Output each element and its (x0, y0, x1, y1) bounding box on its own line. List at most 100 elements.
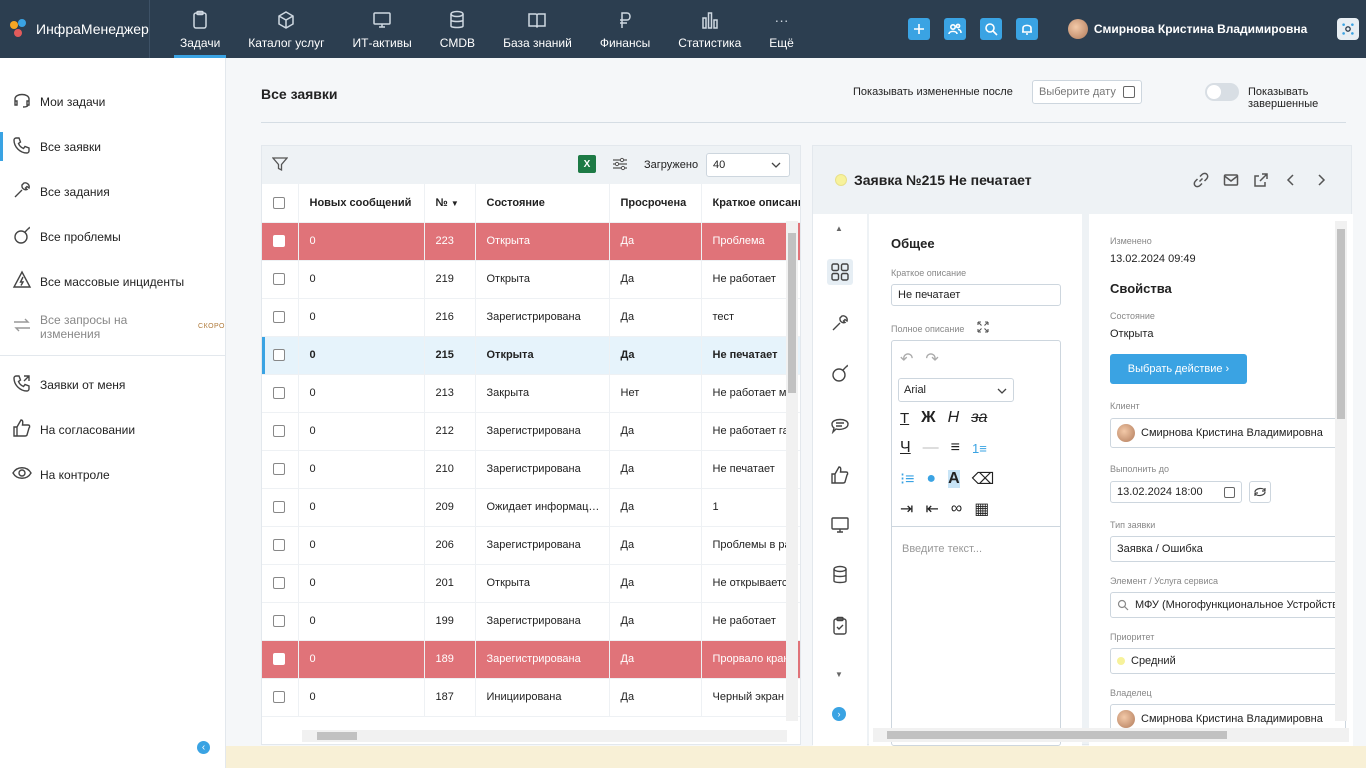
underline-icon[interactable]: Ч (900, 439, 911, 457)
sidebar-item-approval[interactable]: На согласовании (0, 407, 225, 452)
column-header-state[interactable]: Состояние (475, 184, 610, 223)
row-checkbox[interactable] (262, 526, 299, 565)
indent-icon[interactable]: ⇥ (900, 499, 913, 519)
table-row[interactable]: 0 187 Инициирована Да Черный экран (262, 678, 800, 717)
columns-settings-icon[interactable] (612, 156, 628, 172)
row-checkbox[interactable] (262, 336, 299, 375)
filter-icon[interactable] (272, 156, 288, 172)
nav-cmdb[interactable]: CMDB (426, 0, 489, 58)
nav-knowledge-base[interactable]: База знаний (489, 0, 586, 58)
row-checkbox[interactable] (262, 222, 299, 261)
due-date-field[interactable]: 13.02.2024 18:00 (1110, 481, 1242, 503)
tab-tasks[interactable] (827, 310, 853, 336)
row-checkbox[interactable] (262, 374, 299, 413)
sidebar-item-all-tasks[interactable]: Все задания (0, 169, 225, 214)
date-picker-input[interactable]: Выберите дату (1032, 80, 1142, 104)
clear-format-icon[interactable]: T (900, 410, 909, 427)
bullet-list-icon[interactable]: ⁝≡ (900, 469, 914, 489)
expand-icon[interactable] (977, 321, 989, 333)
table-row[interactable]: 0 209 Ожидает информац… Да 1 (262, 488, 800, 527)
user-menu[interactable]: Смирнова Кристина Владимировна (1067, 0, 1307, 58)
tab-messages[interactable] (827, 411, 853, 437)
table-horizontal-scrollbar[interactable] (302, 730, 787, 742)
table-vertical-scrollbar[interactable] (786, 221, 798, 721)
sidebar-item-mass-incidents[interactable]: Все массовые инциденты (0, 259, 225, 304)
table-row[interactable]: 0 210 Зарегистрирована Да Не печатает (262, 450, 800, 489)
mail-icon[interactable] (1223, 172, 1239, 188)
link-icon[interactable]: ∞ (951, 500, 962, 518)
column-header-new-messages[interactable]: Новых сообщений (298, 184, 425, 223)
column-header-overdue[interactable]: Просрочена (609, 184, 702, 223)
nav-statistics[interactable]: Статистика (664, 0, 755, 58)
short-desc-input[interactable]: Не печатает (891, 284, 1061, 306)
redo-icon[interactable]: ↷ (925, 349, 938, 369)
ordered-list-icon[interactable]: 1≡ (972, 441, 987, 456)
tab-assets[interactable] (827, 512, 853, 538)
bold-icon[interactable]: Ж (921, 409, 935, 427)
rail-next-button[interactable]: › (832, 707, 846, 721)
table-row[interactable]: 0 206 Зарегистрирована Да Проблемы в ра (262, 526, 800, 565)
sidebar-item-my-requests[interactable]: Заявки от меня (0, 362, 225, 407)
priority-field[interactable]: Средний (1110, 648, 1346, 674)
outdent-icon[interactable]: ⇤ (925, 499, 938, 519)
sidebar-item-my-tasks[interactable]: Мои задачи (0, 79, 225, 124)
fill-color-icon[interactable]: ● (926, 470, 936, 488)
column-header-number[interactable]: № ▼ (424, 184, 476, 223)
add-button[interactable] (907, 18, 930, 40)
table-row[interactable]: 0 189 Зарегистрирована Да Прорвало кран (262, 640, 800, 679)
nav-more[interactable]: ··· Ещё (755, 0, 808, 58)
users-button[interactable] (943, 18, 966, 40)
undo-icon[interactable]: ↶ (900, 349, 913, 369)
rail-up-icon[interactable]: ▲ (835, 224, 843, 233)
row-checkbox[interactable] (262, 450, 299, 489)
chevron-left-icon[interactable] (1283, 172, 1299, 188)
table-row[interactable]: 0 212 Зарегистрирована Да Не работает га (262, 412, 800, 451)
nav-finance[interactable]: Финансы (586, 0, 664, 58)
row-checkbox[interactable] (262, 640, 299, 679)
table-row[interactable]: 0 201 Открыта Да Не открывается (262, 564, 800, 603)
detail-vertical-scrollbar[interactable] (1335, 221, 1347, 721)
excel-export-icon[interactable]: X (578, 155, 596, 173)
align-icon[interactable]: ≡ (951, 439, 960, 457)
nav-service-catalog[interactable]: Каталог услуг (234, 0, 338, 58)
detail-horizontal-scrollbar[interactable] (873, 728, 1349, 742)
row-checkbox[interactable] (262, 412, 299, 451)
row-checkbox[interactable] (262, 260, 299, 299)
table-row[interactable]: 0 219 Открыта Да Не работает (262, 260, 800, 299)
row-checkbox[interactable] (262, 678, 299, 717)
table-row[interactable]: 0 216 Зарегистрирована Да тест (262, 298, 800, 337)
show-completed-toggle[interactable] (1205, 83, 1239, 101)
sidebar-item-control[interactable]: На контроле (0, 452, 225, 497)
table-row[interactable]: 0 215 Открыта Да Не печатает (262, 336, 800, 375)
app-logo[interactable]: ИнфраМенеджер (0, 0, 150, 58)
sidebar-item-all-problems[interactable]: Все проблемы (0, 214, 225, 259)
sidebar-item-change-requests[interactable]: Все запросы на изменения СКОРО (0, 304, 225, 349)
open-external-icon[interactable] (1253, 172, 1269, 188)
choose-action-button[interactable]: Выбрать действие › (1110, 354, 1247, 384)
chevron-right-icon[interactable] (1313, 172, 1329, 188)
nav-it-assets[interactable]: ИТ-активы (339, 0, 426, 58)
refresh-due-button[interactable] (1249, 481, 1271, 503)
table-row[interactable]: 0 213 Закрыта Нет Не работает м (262, 374, 800, 413)
tab-problems[interactable] (827, 360, 853, 386)
select-all-checkbox[interactable] (262, 184, 299, 223)
tab-approval[interactable] (827, 462, 853, 488)
notifications-button[interactable] (1015, 18, 1038, 40)
column-header-short-desc[interactable]: Краткое описание (701, 184, 800, 223)
eraser-icon[interactable]: ⌫ (972, 469, 995, 489)
table-row[interactable]: 0 223 Открыта Да Проблема (262, 222, 800, 261)
row-checkbox[interactable] (262, 564, 299, 603)
table-icon[interactable]: ▦ (974, 499, 989, 519)
font-select[interactable]: Arial (898, 378, 1014, 402)
collapse-sidebar-button[interactable]: ‹ (197, 741, 210, 754)
loaded-count-select[interactable]: 40 (706, 153, 790, 177)
service-field[interactable]: МФУ (Многофункциональное Устройство) (1110, 592, 1346, 618)
link-icon[interactable] (1193, 172, 1209, 188)
request-type-field[interactable]: Заявка / Ошибка (1110, 536, 1346, 562)
tab-general[interactable] (827, 259, 853, 285)
horizontal-line-icon[interactable]: — (923, 439, 939, 457)
rail-down-icon[interactable]: ▼ (835, 670, 843, 679)
client-field[interactable]: Смирнова Кристина Владимировна (1110, 418, 1346, 448)
text-color-icon[interactable]: A (948, 470, 960, 488)
table-row[interactable]: 0 199 Зарегистрирована Да Не работает (262, 602, 800, 641)
